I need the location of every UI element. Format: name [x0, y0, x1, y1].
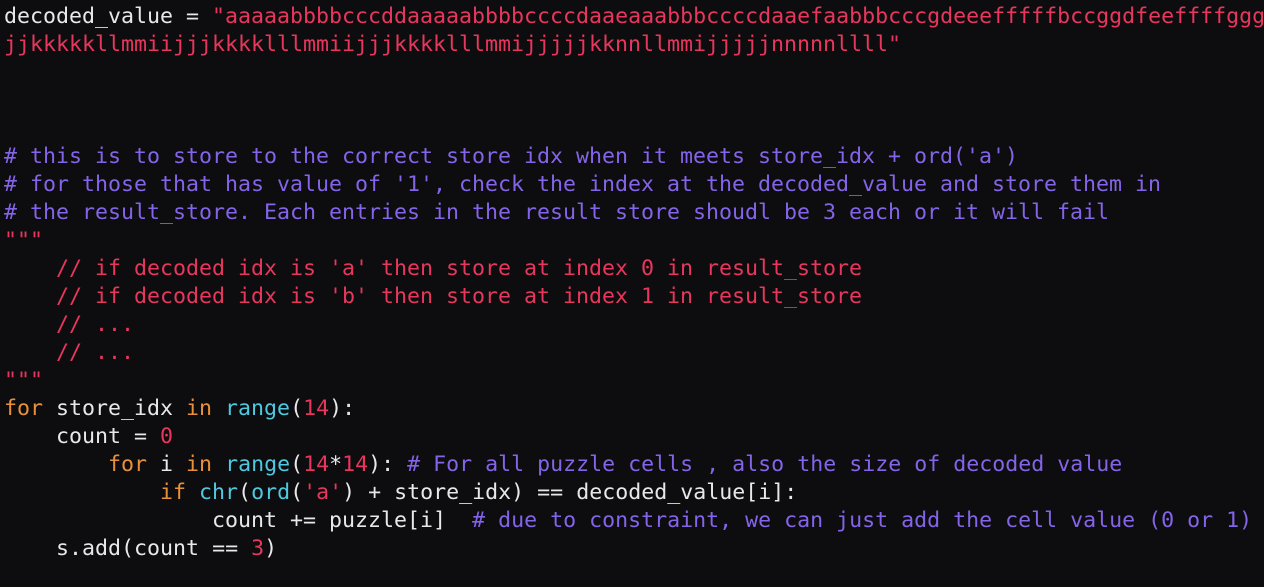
assign-operator: =	[121, 424, 161, 449]
plus-operator: +	[355, 480, 395, 505]
keyword-in: in	[186, 396, 213, 421]
code-line-string-continuation[interactable]: jjkkkkkllmmiijjjkkkklllmmiijjjkkkklllmmi…	[0, 31, 1264, 59]
keyword-if: if	[160, 480, 187, 505]
builtin-ord: ord	[251, 480, 291, 505]
inline-comment: # For all puzzle cells , also the size o…	[407, 452, 1123, 477]
code-line-count-init[interactable]: count = 0	[0, 423, 1264, 451]
code-line-docstring-close[interactable]: """	[0, 367, 1264, 395]
docstring-line: // if decoded idx is 'a' then store at i…	[4, 256, 863, 281]
paren-open: (	[238, 480, 252, 505]
loop-variable: store_idx	[43, 396, 187, 421]
code-line-docstring-body-3[interactable]: // ...	[0, 311, 1264, 339]
paren-open: (	[290, 452, 304, 477]
paren-close: )	[342, 480, 356, 505]
assign-operator: =	[173, 4, 213, 29]
plus-assign-operator: +=	[277, 508, 330, 533]
colon: :	[381, 452, 408, 477]
code-line-outer-for[interactable]: for store_idx in range(14):	[0, 395, 1264, 423]
string-quote-close: "	[888, 32, 902, 57]
paren-close: )	[511, 480, 525, 505]
variable-decoded-value-index: decoded_value[i]	[576, 480, 785, 505]
code-line-blank-2[interactable]	[0, 87, 1264, 115]
variable-puzzle-index: puzzle[i]	[329, 508, 447, 533]
loop-variable: i	[147, 452, 187, 477]
keyword-for: for	[4, 396, 44, 421]
variable-count: count	[56, 424, 122, 449]
code-line-comment-3[interactable]: # the result_store. Each entries in the …	[0, 199, 1264, 227]
comment-text: # this is to store to the correct store …	[4, 144, 1019, 169]
builtin-range: range	[212, 396, 291, 421]
number-literal: 14	[303, 452, 330, 477]
paren-close: )	[368, 452, 382, 477]
code-line-count-add[interactable]: count += puzzle[i] # due to constraint, …	[0, 507, 1264, 535]
equality-operator: ==	[199, 536, 252, 561]
paren-open: (	[121, 536, 135, 561]
colon: :	[342, 396, 356, 421]
comment-text: # the result_store. Each entries in the …	[4, 200, 1110, 225]
code-line-docstring-body-1[interactable]: // if decoded idx is 'a' then store at i…	[0, 255, 1264, 283]
string-literal-part-2: jjkkkkkllmmiijjjkkkklllmmiijjjkkkklllmmi…	[4, 32, 889, 57]
docstring-line: // ...	[4, 312, 135, 337]
string-literal-part-1: aaaaabbbbcccddaaaaabbbbccccdaaeaaabbbccc…	[225, 4, 1264, 29]
colon: :	[784, 480, 798, 505]
variable-store-idx: store_idx	[394, 480, 512, 505]
builtin-chr: chr	[186, 480, 239, 505]
code-content[interactable]: decoded_value = "aaaaabbbbcccddaaaaabbbb…	[0, 0, 1264, 563]
comment-text: # for those that has value of '1', check…	[4, 172, 1162, 197]
string-quote-open: "	[212, 4, 226, 29]
inline-comment: # due to constraint, we can just add the…	[472, 508, 1253, 533]
code-line-comment-2[interactable]: # for those that has value of '1', check…	[0, 171, 1264, 199]
docstring-line: // if decoded idx is 'b' then store at i…	[4, 284, 863, 309]
docstring-delimiter-open: """	[4, 228, 44, 253]
code-line-blank-3[interactable]	[0, 115, 1264, 143]
number-literal: 14	[342, 452, 369, 477]
keyword-in: in	[186, 452, 213, 477]
code-line-s-add[interactable]: s.add(count == 3)	[0, 535, 1264, 563]
code-editor[interactable]: decoded_value = "aaaaabbbbcccddaaaaabbbb…	[0, 0, 1264, 587]
docstring-delimiter-close: """	[4, 368, 44, 393]
equality-operator: ==	[524, 480, 577, 505]
number-literal: 14	[303, 396, 330, 421]
number-literal: 0	[160, 424, 174, 449]
docstring-line: // ...	[4, 340, 135, 365]
number-literal: 3	[251, 536, 265, 561]
code-line-docstring-body-2[interactable]: // if decoded idx is 'b' then store at i…	[0, 283, 1264, 311]
paren-open: (	[290, 480, 304, 505]
code-line-comment-1[interactable]: # this is to store to the correct store …	[0, 143, 1264, 171]
builtin-range: range	[212, 452, 291, 477]
paren-close: )	[264, 536, 278, 561]
variable-count: count	[212, 508, 278, 533]
method-s-add: s.add	[56, 536, 122, 561]
paren-open: (	[290, 396, 304, 421]
code-line-docstring-open[interactable]: """	[0, 227, 1264, 255]
paren-close: )	[329, 396, 343, 421]
code-line-if-condition[interactable]: if chr(ord('a') + store_idx) == decoded_…	[0, 479, 1264, 507]
multiply-operator: *	[329, 452, 343, 477]
variable-count: count	[134, 536, 200, 561]
code-line-assignment[interactable]: decoded_value = "aaaaabbbbcccddaaaaabbbb…	[0, 3, 1264, 31]
code-line-inner-for[interactable]: for i in range(14*14): # For all puzzle …	[0, 451, 1264, 479]
code-line-blank-1[interactable]	[0, 59, 1264, 87]
char-literal: 'a'	[303, 480, 343, 505]
keyword-for: for	[108, 452, 148, 477]
variable-name: decoded_value	[4, 4, 174, 29]
code-line-docstring-body-4[interactable]: // ...	[0, 339, 1264, 367]
